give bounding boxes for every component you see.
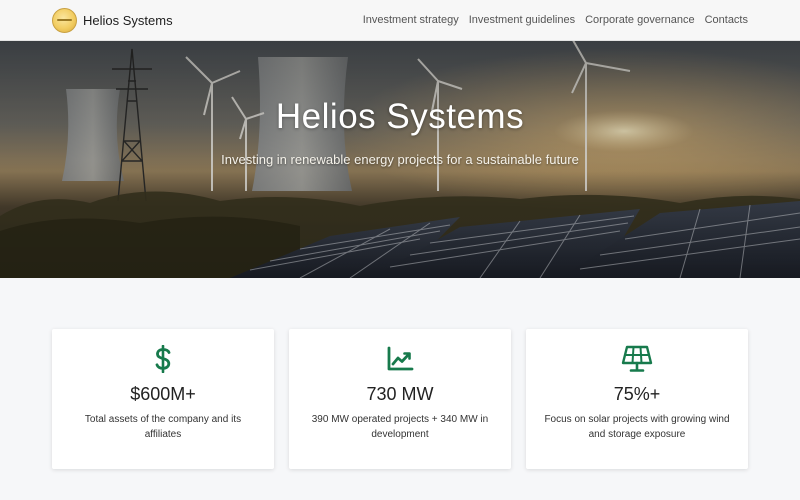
- hero-title: Helios Systems: [275, 97, 525, 136]
- logo-icon: [52, 7, 77, 33]
- stat-description: Focus on solar projects with growing win…: [544, 414, 730, 440]
- main-nav: Investment strategy Investment guideline…: [363, 14, 748, 26]
- solar-panel-icon: [526, 345, 748, 373]
- nav-investment-guidelines[interactable]: Investment guidelines: [469, 14, 575, 26]
- brand-name: Helios Systems: [83, 12, 173, 28]
- stat-description: 390 MW operated projects + 340 MW in dev…: [311, 414, 489, 440]
- hero-subtitle: Investing in renewable energy projects f…: [221, 152, 579, 167]
- stat-value: 75%+: [613, 384, 661, 404]
- nav-corporate-governance[interactable]: Corporate governance: [585, 14, 694, 26]
- stat-value: $600M+: [130, 384, 196, 404]
- stat-card-capacity: 730 MW 390 MW operated projects + 340 MW…: [289, 329, 511, 469]
- nav-investment-strategy[interactable]: Investment strategy: [363, 14, 459, 26]
- stat-description: Total assets of the company and its affi…: [84, 414, 242, 440]
- dollar-icon: [52, 345, 274, 373]
- stats-cards: $600M+ Total assets of the company and i…: [52, 329, 749, 469]
- brand[interactable]: Helios Systems: [52, 7, 173, 33]
- stat-card-assets: $600M+ Total assets of the company and i…: [52, 329, 274, 469]
- stat-card-solar-focus: 75%+ Focus on solar projects with growin…: [526, 329, 748, 469]
- site-header: Helios Systems Investment strategy Inves…: [0, 0, 800, 41]
- hero-banner: Helios Systems Investing in renewable en…: [0, 41, 800, 278]
- chart-line-icon: [289, 345, 511, 373]
- nav-contacts[interactable]: Contacts: [705, 14, 748, 26]
- stat-value: 730 MW: [366, 384, 434, 404]
